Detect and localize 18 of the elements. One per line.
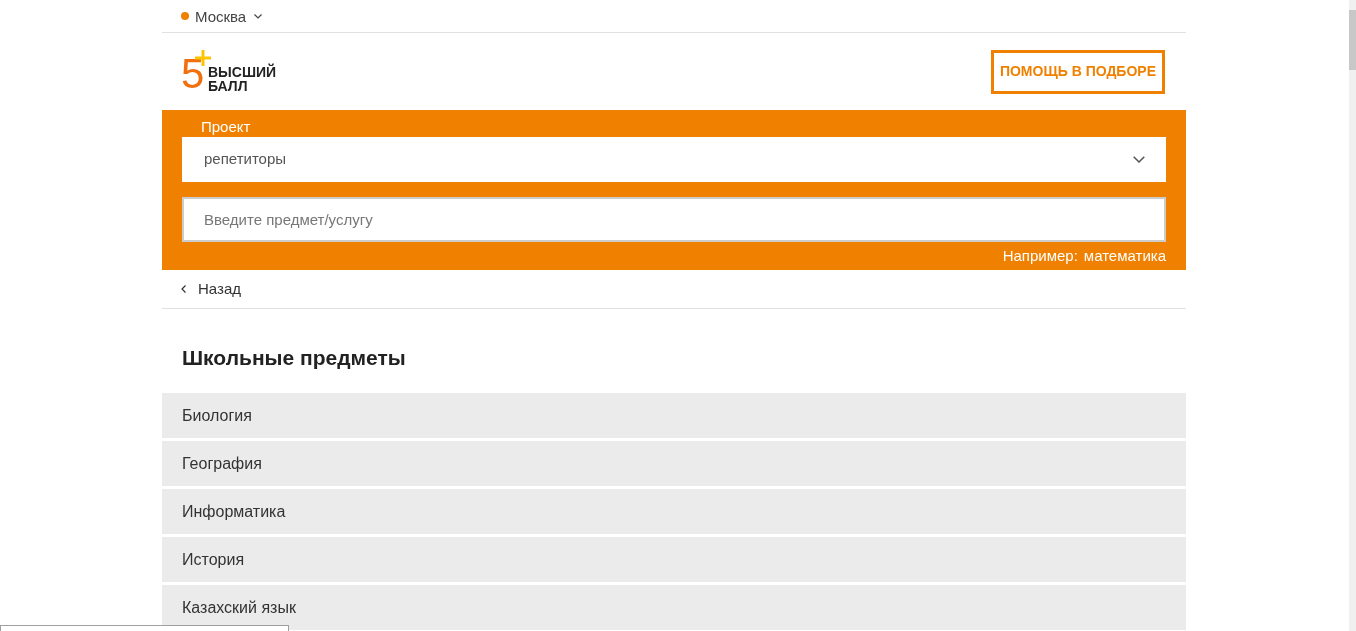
subject-item[interactable]: Биология — [162, 393, 1186, 438]
chevron-left-icon — [181, 285, 186, 293]
chevron-down-icon — [254, 13, 263, 19]
back-link[interactable]: Назад — [181, 277, 241, 301]
section-title: Школьные предметы — [182, 345, 406, 370]
subject-item[interactable]: Казахский язык — [162, 585, 1186, 630]
subject-item[interactable]: Информатика — [162, 489, 1186, 534]
scrollbar[interactable] — [1349, 0, 1356, 631]
city-selector[interactable]: Москва — [195, 8, 263, 24]
scrollbar-thumb[interactable] — [1349, 10, 1356, 70]
chevron-down-icon — [1133, 156, 1145, 163]
subject-field[interactable]: Введите предмет/услугу — [182, 197, 1166, 242]
project-select[interactable]: репетиторы — [182, 137, 1166, 182]
subject-item[interactable]: География — [162, 441, 1186, 486]
example-label: Например: — [1002, 247, 1078, 265]
project-label: Проект — [201, 118, 251, 135]
location-dot-icon — [181, 12, 189, 20]
subject-item[interactable]: История — [162, 537, 1186, 582]
